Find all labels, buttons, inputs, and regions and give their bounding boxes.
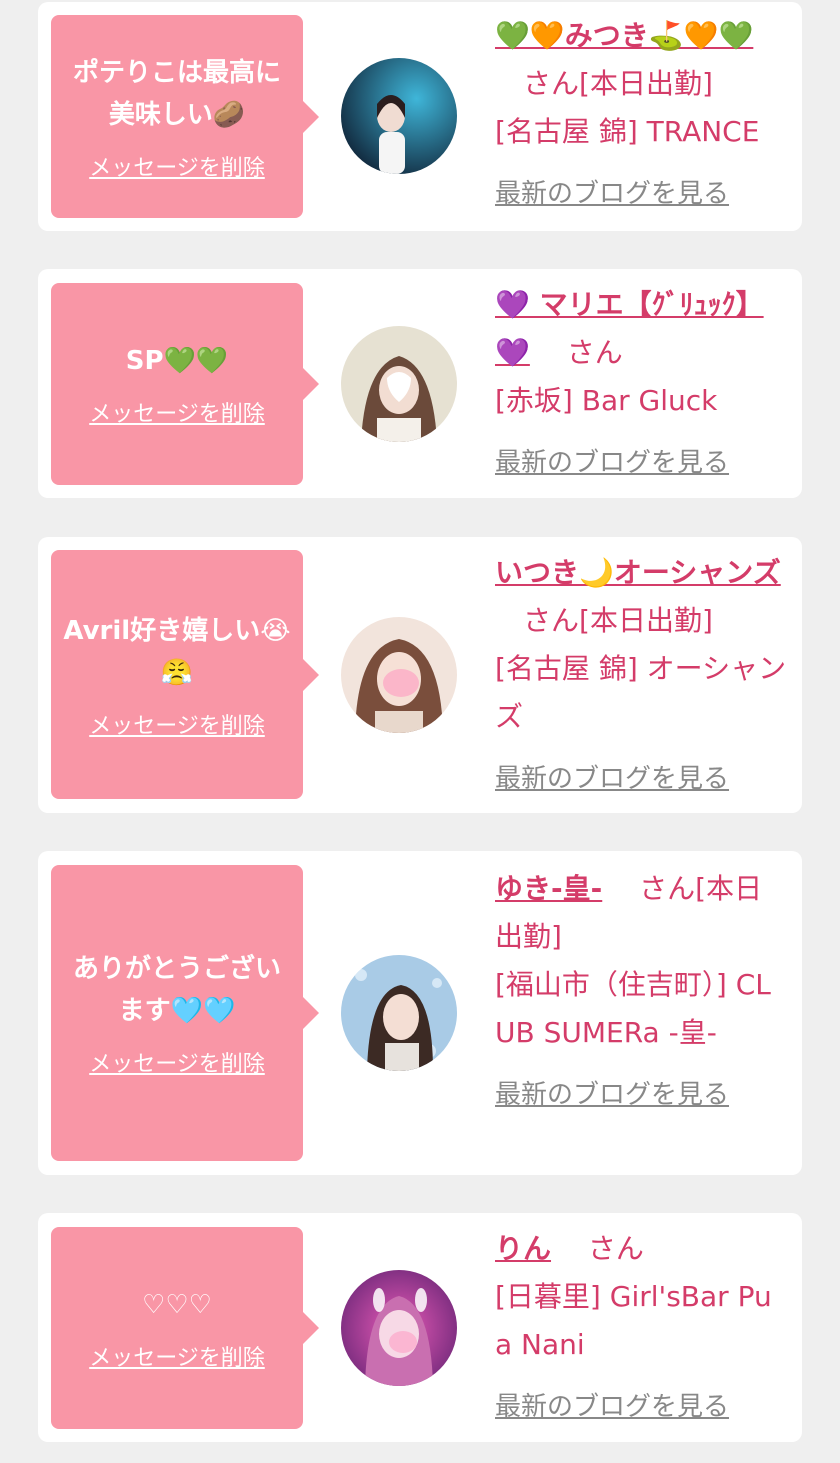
cast-info: 💚🧡みつき⛳🧡💚 さん[本日出勤] [名古屋 錦] TRANCE 最新のブログを… <box>495 12 787 218</box>
cast-name-link[interactable]: ゆき-皇- <box>495 872 602 905</box>
cast-info: りん さん [日暮里] Girl'sBar Pua Nani 最新のブログを見る <box>495 1225 787 1431</box>
avatar-image <box>341 617 457 733</box>
shop-name: [赤坂] Bar Gluck <box>495 384 718 417</box>
cast-name-link[interactable]: 💜 マリエ【ｸﾞﾘｭｯｸ】💜 <box>495 288 764 369</box>
delete-message-link[interactable]: メッセージを削除 <box>89 396 265 428</box>
latest-blog-link[interactable]: 最新のブログを見る <box>495 1071 787 1119</box>
honorific: さん <box>538 336 623 369</box>
message-card: ありがとうございます🩵🩵 メッセージを削除 ゆき-皇- さん[本日出勤] [福山… <box>38 851 802 1175</box>
honorific: さん <box>495 67 580 100</box>
shop-name: [名古屋 錦] オーシャンズ <box>495 652 787 733</box>
shop-name: [名古屋 錦] TRANCE <box>495 115 760 148</box>
avatar-image <box>341 326 457 442</box>
honorific: さん <box>495 604 580 637</box>
message-bubble: ありがとうございます🩵🩵 メッセージを削除 <box>51 865 319 1161</box>
avatar[interactable] <box>341 326 457 442</box>
cast-info: 💜 マリエ【ｸﾞﾘｭｯｸ】💜 さん [赤坂] Bar Gluck 最新のブログを… <box>495 281 787 487</box>
cast-info: ゆき-皇- さん[本日出勤] [福山市（住吉町）] CLUB SUMERa -皇… <box>495 865 787 1119</box>
message-text: ポテりこは最高に美味しい🥔 <box>72 57 281 130</box>
message-text: Avril好き嬉しい😭😤 <box>63 615 291 688</box>
message-card: SP💚💚 メッセージを削除 💜 マリエ【ｸﾞﾘｭｯｸ】💜 さん [赤坂] Bar… <box>38 269 802 498</box>
message-card: ポテりこは最高に美味しい🥔 メッセージを削除 💚🧡みつき⛳🧡💚 さん[本日出勤]… <box>38 2 802 231</box>
status-badge: [本日出勤] <box>579 67 713 100</box>
honorific: さん <box>611 872 696 905</box>
latest-blog-link[interactable]: 最新のブログを見る <box>495 755 787 803</box>
avatar[interactable] <box>341 955 457 1071</box>
avatar-image <box>341 955 457 1071</box>
avatar-image <box>341 58 457 174</box>
delete-message-link[interactable]: メッセージを削除 <box>89 1046 265 1078</box>
message-text: SP💚💚 <box>125 346 229 376</box>
message-text: ありがとうございます🩵🩵 <box>72 954 281 1026</box>
delete-message-link[interactable]: メッセージを削除 <box>89 150 265 182</box>
latest-blog-link[interactable]: 最新のブログを見る <box>495 439 787 487</box>
message-bubble: Avril好き嬉しい😭😤 メッセージを削除 <box>51 550 319 799</box>
latest-blog-link[interactable]: 最新のブログを見る <box>495 1383 787 1431</box>
status-badge: [本日出勤] <box>579 604 713 637</box>
cast-name-link[interactable]: いつき🌙オーシャンズ <box>495 556 781 589</box>
message-text: ♡♡♡ <box>142 1290 212 1320</box>
message-list: ポテりこは最高に美味しい🥔 メッセージを削除 💚🧡みつき⛳🧡💚 さん[本日出勤]… <box>0 0 840 1463</box>
honorific: さん <box>559 1232 644 1265</box>
message-bubble: SP💚💚 メッセージを削除 <box>51 283 319 485</box>
cast-name-link[interactable]: りん <box>495 1232 551 1265</box>
avatar[interactable] <box>341 58 457 174</box>
delete-message-link[interactable]: メッセージを削除 <box>89 1340 265 1372</box>
delete-message-link[interactable]: メッセージを削除 <box>89 708 265 740</box>
message-bubble: ポテりこは最高に美味しい🥔 メッセージを削除 <box>51 15 319 218</box>
message-card: Avril好き嬉しい😭😤 メッセージを削除 いつき🌙オーシャンズ さん[本日出勤… <box>38 537 802 813</box>
message-bubble: ♡♡♡ メッセージを削除 <box>51 1227 319 1429</box>
shop-name: [日暮里] Girl'sBar Pua Nani <box>495 1280 772 1361</box>
avatar[interactable] <box>341 617 457 733</box>
cast-name-link[interactable]: 💚🧡みつき⛳🧡💚 <box>495 19 753 52</box>
message-card: ♡♡♡ メッセージを削除 りん さん [日暮里] Girl'sBar Pua N… <box>38 1213 802 1442</box>
cast-info: いつき🌙オーシャンズ さん[本日出勤] [名古屋 錦] オーシャンズ 最新のブロ… <box>495 549 787 803</box>
avatar-image <box>341 1270 457 1386</box>
latest-blog-link[interactable]: 最新のブログを見る <box>495 170 787 218</box>
shop-name: [福山市（住吉町）] CLUB SUMERa -皇- <box>495 968 771 1049</box>
avatar[interactable] <box>341 1270 457 1386</box>
